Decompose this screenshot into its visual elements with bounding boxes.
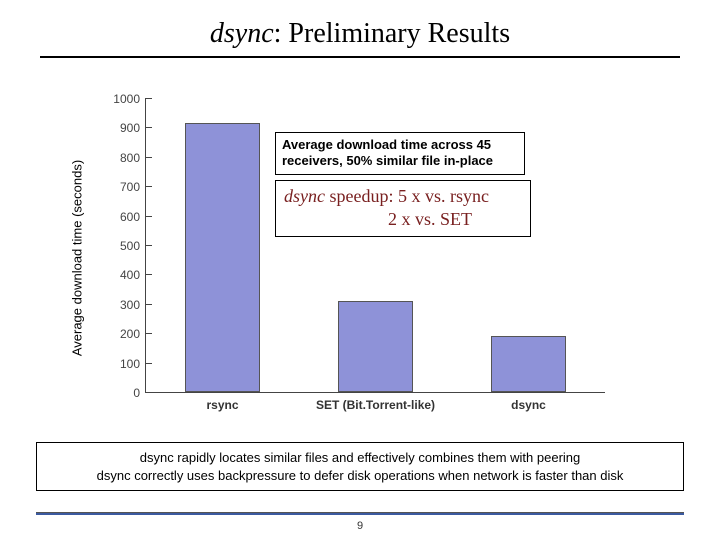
footer-line1: dsync rapidly locates similar files and … <box>47 449 673 467</box>
speedup-annotation: dsync speedup: 5 x vs. rsync 2 x vs. SET <box>275 180 531 237</box>
y-tick: 700 <box>146 186 152 187</box>
y-tick-label: 1000 <box>113 92 140 106</box>
y-tick: 1000 <box>146 98 152 99</box>
speedup-line1-rest: speedup: 5 x vs. rsync <box>325 186 489 206</box>
y-tick: 900 <box>146 127 152 128</box>
y-tick: 600 <box>146 216 152 217</box>
x-tick-label: dsync <box>511 398 546 412</box>
x-tick-label: SET (Bit.Torrent-like) <box>316 398 435 412</box>
y-tick-label: 700 <box>120 180 140 194</box>
title-underline <box>40 56 680 58</box>
y-tick: 300 <box>146 304 152 305</box>
page-number: 9 <box>0 520 720 532</box>
y-axis-label: Average download time (seconds) <box>70 160 85 356</box>
speedup-line1: dsync speedup: 5 x vs. rsync <box>284 185 522 208</box>
bottom-rule <box>36 512 684 515</box>
y-tick: 500 <box>146 245 152 246</box>
y-tick: 100 <box>146 363 152 364</box>
y-tick-label: 200 <box>120 327 140 341</box>
y-tick-label: 600 <box>120 210 140 224</box>
speedup-line2: 2 x vs. SET <box>284 208 522 231</box>
y-tick-label: 300 <box>120 298 140 312</box>
bar <box>185 123 260 392</box>
x-tick-label: rsync <box>206 398 238 412</box>
footer-line2: dsync correctly uses backpressure to def… <box>47 467 673 485</box>
chart: Average download time (seconds) 01002003… <box>95 88 615 428</box>
slide-title: dsync: Preliminary Results <box>0 0 720 56</box>
slide-title-em: dsync <box>210 18 274 49</box>
chart-annotation-line2: receivers, 50% similar file in-place <box>282 153 518 169</box>
y-tick: 800 <box>146 157 152 158</box>
chart-annotation: Average download time across 45 receiver… <box>275 132 525 175</box>
y-tick: 200 <box>146 333 152 334</box>
bar <box>491 336 566 392</box>
y-tick-label: 800 <box>120 151 140 165</box>
y-tick-label: 100 <box>120 357 140 371</box>
footer-box: dsync rapidly locates similar files and … <box>36 442 684 491</box>
y-tick: 0 <box>146 392 152 393</box>
chart-annotation-line1: Average download time across 45 <box>282 137 518 153</box>
slide-title-rest: : Preliminary Results <box>274 18 510 49</box>
y-tick-label: 0 <box>133 386 140 400</box>
speedup-em: dsync <box>284 186 325 206</box>
y-tick-label: 500 <box>120 239 140 253</box>
y-tick-label: 400 <box>120 268 140 282</box>
bar <box>338 301 413 392</box>
y-tick: 400 <box>146 274 152 275</box>
y-tick-label: 900 <box>120 121 140 135</box>
